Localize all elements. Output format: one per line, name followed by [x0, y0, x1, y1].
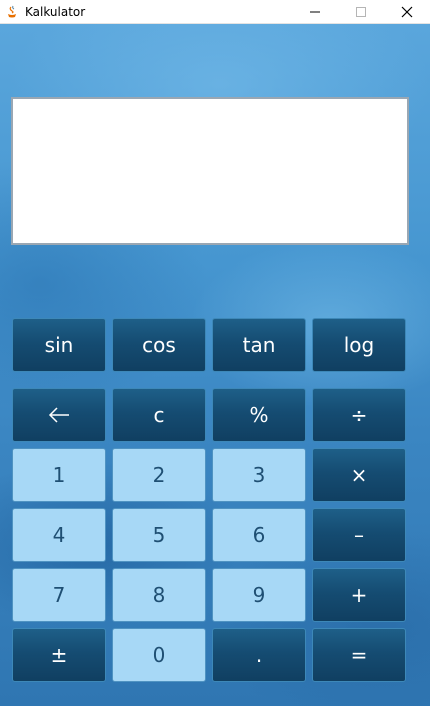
- digit-1-button[interactable]: 1: [12, 448, 106, 502]
- plus-minus-button[interactable]: ±: [12, 628, 106, 682]
- minimize-button[interactable]: [292, 0, 338, 24]
- divide-button[interactable]: ÷: [312, 388, 406, 442]
- arrow-left-icon: [48, 407, 69, 423]
- java-icon: [5, 5, 19, 19]
- digit-5-button[interactable]: 5: [112, 508, 206, 562]
- maximize-icon: [356, 6, 366, 17]
- equals-button[interactable]: =: [312, 628, 406, 682]
- digit-8-button[interactable]: 8: [112, 568, 206, 622]
- calculator-body: sin cos tan log c % ÷ 1 2 3 × 4 5 6 – 7 …: [0, 24, 430, 706]
- decimal-button[interactable]: .: [212, 628, 306, 682]
- digit-0-button[interactable]: 0: [112, 628, 206, 682]
- close-icon: [401, 6, 413, 17]
- window-title: Kalkulator: [25, 4, 86, 19]
- digit-7-button[interactable]: 7: [12, 568, 106, 622]
- plus-button[interactable]: +: [312, 568, 406, 622]
- multiply-button[interactable]: ×: [312, 448, 406, 502]
- digit-2-button[interactable]: 2: [112, 448, 206, 502]
- title-bar: Kalkulator: [0, 0, 430, 24]
- close-button[interactable]: [384, 0, 430, 24]
- cos-button[interactable]: cos: [112, 318, 206, 372]
- maximize-button[interactable]: [338, 0, 384, 24]
- log-button[interactable]: log: [312, 318, 406, 372]
- minus-button[interactable]: –: [312, 508, 406, 562]
- percent-button[interactable]: %: [212, 388, 306, 442]
- digit-3-button[interactable]: 3: [212, 448, 306, 502]
- clear-button[interactable]: c: [112, 388, 206, 442]
- digit-6-button[interactable]: 6: [212, 508, 306, 562]
- tan-button[interactable]: tan: [212, 318, 306, 372]
- backspace-button[interactable]: [12, 388, 106, 442]
- minimize-icon: [310, 11, 320, 12]
- sin-button[interactable]: sin: [12, 318, 106, 372]
- calculator-display[interactable]: [11, 97, 409, 245]
- digit-4-button[interactable]: 4: [12, 508, 106, 562]
- digit-9-button[interactable]: 9: [212, 568, 306, 622]
